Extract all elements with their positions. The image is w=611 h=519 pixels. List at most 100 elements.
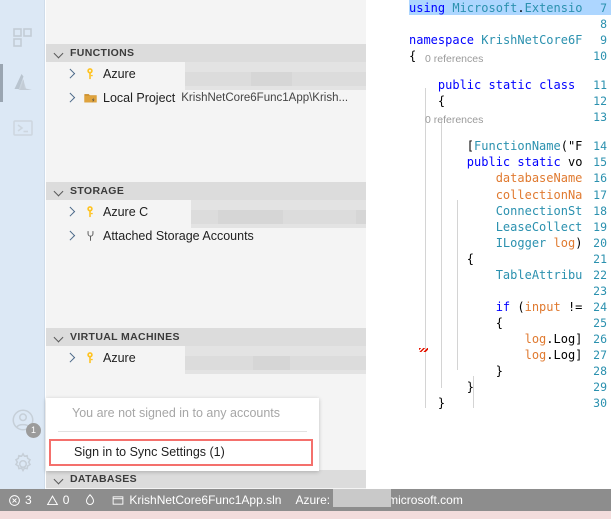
line-number: 21 bbox=[593, 251, 607, 266]
sign-in-label: Sign in to Sync Settings (1) bbox=[74, 445, 225, 459]
tree-row-sublabel: KrishNetCore6Func1App\Krish... bbox=[181, 92, 349, 104]
redaction-block bbox=[218, 210, 283, 224]
redaction-block bbox=[191, 200, 366, 210]
error-circle-icon bbox=[8, 494, 21, 507]
key-icon bbox=[81, 350, 99, 366]
code-line[interactable]: log.Log] bbox=[409, 348, 583, 362]
flyout-divider bbox=[58, 431, 307, 432]
code-editor[interactable]: 7 using Microsoft.Extensio 8 9 namespace Kri… bbox=[367, 0, 611, 497]
line-number: 25 bbox=[593, 315, 607, 330]
chevron-right-icon[interactable] bbox=[64, 351, 78, 365]
chevron-right-icon[interactable] bbox=[64, 67, 78, 81]
status-errors[interactable]: 3 bbox=[8, 493, 32, 507]
redaction-block bbox=[185, 86, 366, 90]
code-line[interactable]: } bbox=[409, 380, 474, 394]
status-solution[interactable]: KrishNetCore6Func1App.sln bbox=[111, 493, 281, 507]
redaction-block bbox=[290, 356, 366, 370]
code-line[interactable]: LeaseCollect bbox=[409, 220, 583, 234]
chevron-right-icon[interactable] bbox=[64, 205, 78, 219]
tree-row-label: Azure bbox=[103, 351, 136, 365]
tree-row-label: Azure C bbox=[103, 205, 149, 219]
code-line[interactable]: } bbox=[409, 364, 503, 378]
extensions-icon[interactable] bbox=[7, 22, 39, 54]
code-line[interactable]: { bbox=[409, 252, 474, 266]
tree-row-label: Azure bbox=[103, 67, 136, 81]
section-header-storage[interactable]: STORAGE bbox=[46, 182, 366, 200]
redaction-block bbox=[333, 489, 391, 507]
section-header-functions[interactable]: FUNCTIONS bbox=[46, 44, 366, 62]
not-signed-in-message: You are not signed in to any accounts bbox=[72, 406, 281, 420]
redaction-block bbox=[185, 62, 366, 72]
redaction-block bbox=[191, 224, 366, 228]
status-warnings-count: 0 bbox=[62, 493, 70, 507]
code-lens-references[interactable]: 0 references bbox=[425, 114, 483, 126]
section-header-virtual-machines[interactable]: VIRTUAL MACHINES bbox=[46, 328, 366, 346]
section-title-databases: DATABASES bbox=[70, 473, 137, 485]
chevron-right-icon[interactable] bbox=[64, 229, 78, 243]
chevron-right-icon[interactable] bbox=[64, 91, 78, 105]
account-badge-count: 1 bbox=[26, 423, 41, 438]
code-lens-references[interactable]: 0 references bbox=[425, 53, 483, 65]
status-warnings[interactable]: 0 bbox=[46, 493, 70, 507]
vs-window: 1 FUNCTIONS Azure Local Project KrishNet… bbox=[0, 0, 611, 519]
status-azure-label: Azure: bbox=[295, 493, 331, 507]
redaction-block bbox=[292, 72, 366, 86]
code-line[interactable]: public static vo bbox=[409, 155, 583, 169]
tree-row-label: Attached Storage Accounts bbox=[103, 229, 254, 243]
live-share-icon[interactable] bbox=[83, 493, 97, 507]
gear-icon[interactable] bbox=[7, 448, 39, 480]
redaction-block bbox=[185, 346, 366, 356]
line-number: 30 bbox=[593, 396, 607, 411]
editor-line-number-gutter bbox=[367, 0, 405, 497]
warning-triangle-icon bbox=[46, 494, 59, 507]
code-line[interactable]: { bbox=[409, 94, 445, 108]
section-title-virtual-machines: VIRTUAL MACHINES bbox=[70, 331, 180, 343]
code-line[interactable]: collectionNa bbox=[409, 188, 583, 202]
explorer-section-functions: FUNCTIONS Azure Local Project KrishNetCo… bbox=[46, 44, 366, 106]
code-line[interactable]: { bbox=[409, 49, 416, 63]
redaction-block bbox=[185, 356, 253, 370]
line-number: 10 bbox=[593, 49, 607, 64]
code-line[interactable]: log.Log] bbox=[409, 332, 583, 346]
code-line[interactable]: databaseName bbox=[409, 171, 583, 185]
code-line[interactable]: { bbox=[409, 316, 503, 330]
tree-row-label: Local Project bbox=[103, 91, 176, 105]
line-number: 12 bbox=[593, 94, 607, 109]
redaction-block bbox=[253, 356, 290, 370]
explorer-section-databases: DATABASES bbox=[46, 470, 366, 488]
code-line[interactable]: if (input != bbox=[409, 300, 583, 314]
solution-icon bbox=[111, 494, 125, 507]
chevron-down-icon bbox=[54, 48, 65, 59]
code-line[interactable]: [FunctionName("F bbox=[409, 139, 583, 153]
code-line[interactable]: ConnectionSt bbox=[409, 204, 583, 218]
redaction-block bbox=[251, 72, 292, 86]
code-line[interactable]: namespace KrishNetCore6F bbox=[409, 33, 582, 47]
code-line[interactable]: } bbox=[409, 396, 445, 410]
explorer-section-storage: STORAGE Azure C Attached Storage Account… bbox=[46, 182, 366, 244]
chevron-down-icon bbox=[54, 186, 65, 197]
sign-in-to-sync-settings-button[interactable]: Sign in to Sync Settings (1) bbox=[49, 439, 313, 466]
chevron-down-icon bbox=[54, 332, 65, 343]
terminal-powershell-icon[interactable] bbox=[7, 112, 39, 144]
status-solution-name: KrishNetCore6Func1App.sln bbox=[129, 493, 282, 507]
plug-icon bbox=[81, 228, 99, 244]
redaction-block bbox=[191, 210, 218, 224]
azure-icon[interactable] bbox=[7, 67, 39, 99]
status-errors-count: 3 bbox=[25, 493, 32, 507]
window-bottom-strip bbox=[0, 511, 611, 519]
section-header-databases[interactable]: DATABASES bbox=[46, 470, 366, 488]
redaction-block bbox=[185, 72, 251, 86]
section-title-functions: FUNCTIONS bbox=[70, 47, 135, 59]
code-line[interactable]: using Microsoft.Extensio bbox=[409, 1, 582, 15]
code-line[interactable]: public static class bbox=[409, 78, 582, 92]
code-line[interactable]: ILogger log) bbox=[409, 236, 583, 250]
line-number: 23 bbox=[593, 283, 607, 298]
local-project-icon bbox=[81, 90, 99, 106]
activity-bar: 1 bbox=[0, 0, 45, 497]
status-azure-account-suffix: microsoft.com bbox=[388, 493, 463, 507]
line-number: 8 bbox=[600, 17, 607, 32]
code-line[interactable]: TableAttribu bbox=[409, 268, 583, 282]
key-icon bbox=[81, 204, 99, 220]
explorer-section-virtual-machines: VIRTUAL MACHINES Azure bbox=[46, 328, 366, 374]
account-icon[interactable]: 1 bbox=[7, 404, 41, 438]
